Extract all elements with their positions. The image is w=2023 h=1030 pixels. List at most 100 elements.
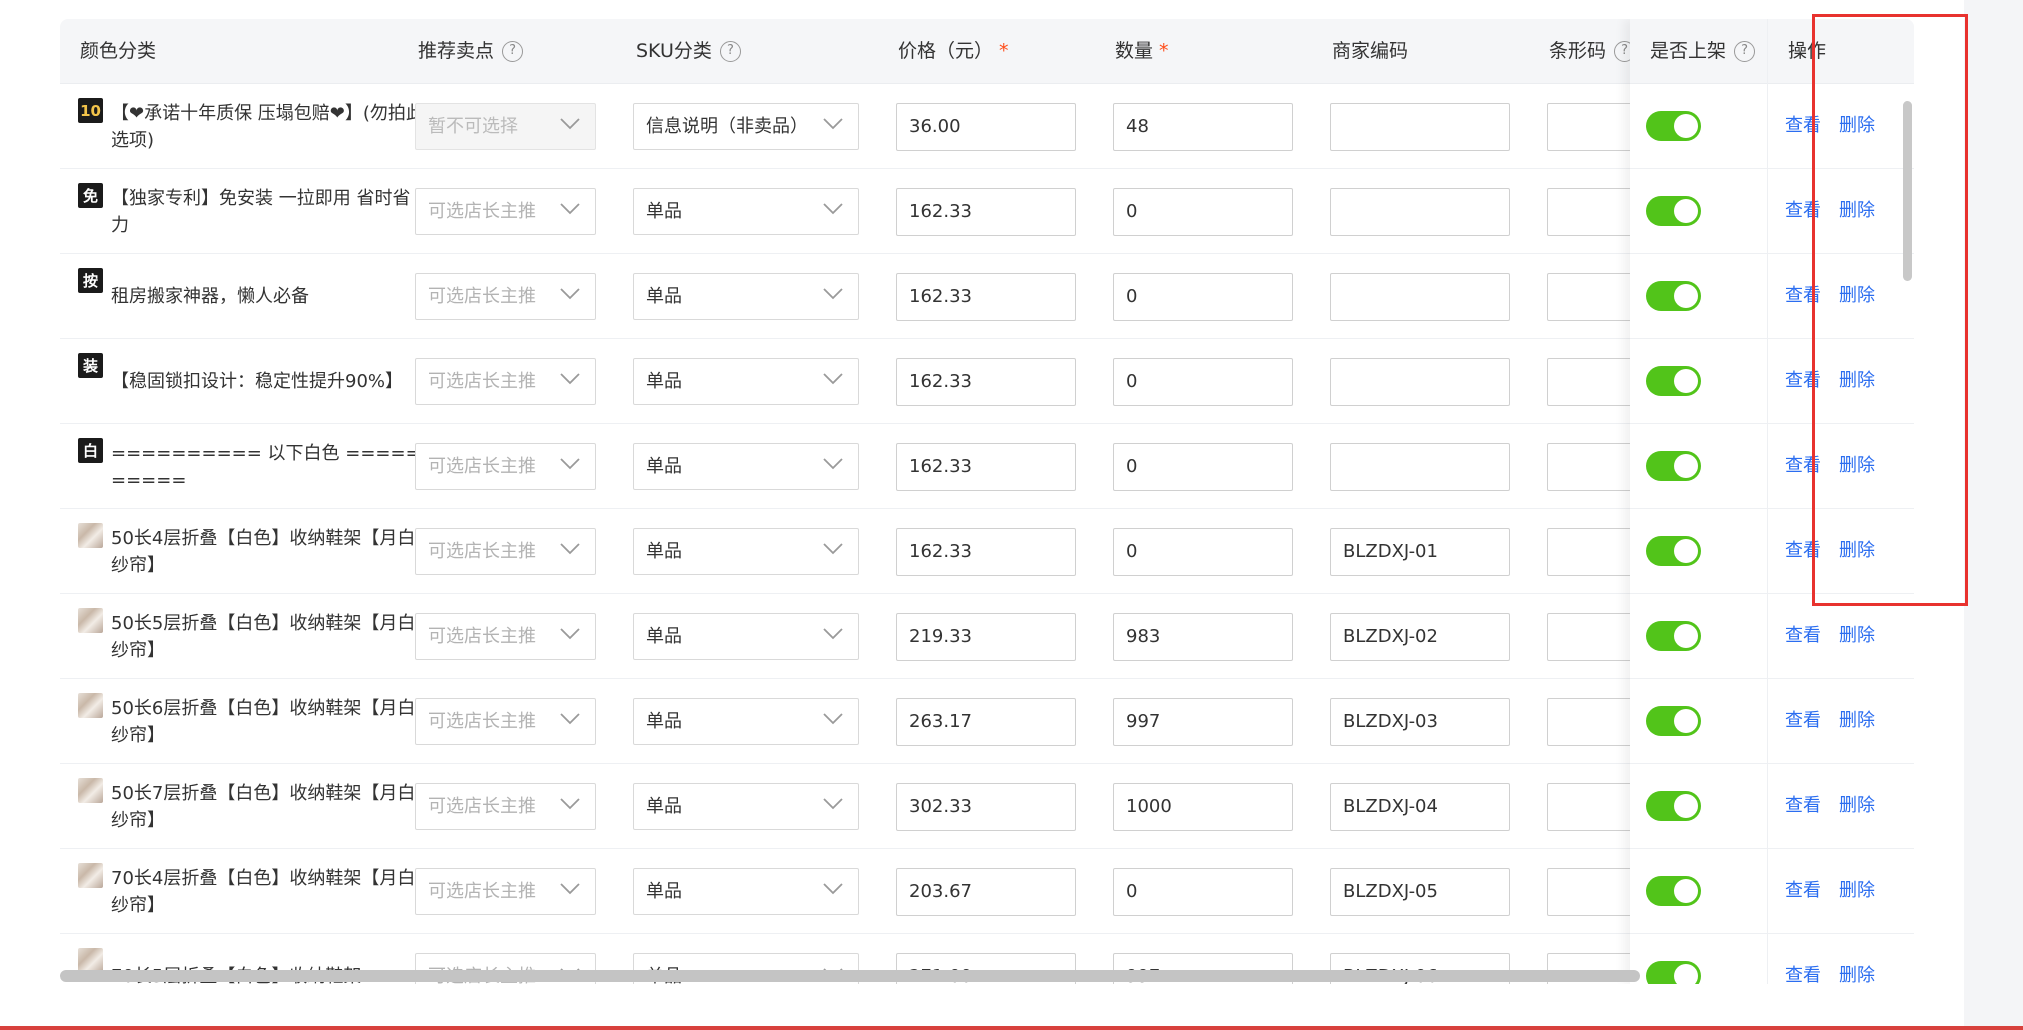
delete-link[interactable]: 删除: [1839, 791, 1875, 821]
sku-category-select[interactable]: 单品: [633, 613, 859, 660]
selling-point-select[interactable]: 可选店长主推: [415, 188, 596, 235]
quantity-input[interactable]: 0: [1113, 443, 1293, 491]
selling-point-select[interactable]: 可选店长主推: [415, 528, 596, 575]
header-merchant-code-label: 商家编码: [1332, 40, 1409, 62]
header-barcode: 条形码?: [1549, 19, 1636, 84]
chevron-down-icon: [559, 202, 581, 216]
price-input[interactable]: 162.33: [896, 358, 1076, 406]
price-input[interactable]: 36.00: [896, 103, 1076, 151]
quantity-input[interactable]: 0: [1113, 528, 1293, 576]
on-shelf-toggle[interactable]: [1646, 536, 1701, 566]
chevron-down-icon: [559, 287, 581, 301]
fixed-row: 查看 删除: [1630, 764, 1914, 849]
quantity-input[interactable]: 1000: [1113, 783, 1293, 831]
price-input[interactable]: 162.33: [896, 528, 1076, 576]
toggle-knob: [1674, 114, 1698, 138]
merchant-code-input[interactable]: [1330, 103, 1510, 151]
header-selling-point: 推荐卖点?: [418, 19, 524, 84]
sku-category-select[interactable]: 单品: [633, 188, 859, 235]
view-link[interactable]: 查看: [1785, 621, 1821, 651]
delete-link[interactable]: 删除: [1839, 876, 1875, 906]
price-input[interactable]: 263.17: [896, 698, 1076, 746]
price-input[interactable]: 219.33: [896, 613, 1076, 661]
on-shelf-toggle[interactable]: [1646, 366, 1701, 396]
view-link[interactable]: 查看: [1785, 961, 1821, 984]
view-link[interactable]: 查看: [1785, 876, 1821, 906]
delete-link[interactable]: 删除: [1839, 961, 1875, 984]
merchant-code-input[interactable]: [1330, 358, 1510, 406]
color-name: 【稳固锁扣设计：稳定性提升90%】: [111, 371, 404, 392]
merchant-code-input[interactable]: [1330, 273, 1510, 321]
on-shelf-toggle[interactable]: [1646, 451, 1701, 481]
sku-thumbnail: 按: [78, 268, 103, 293]
merchant-code-input[interactable]: BLZDXJ-03: [1330, 698, 1510, 746]
selling-point-select[interactable]: 可选店长主推: [415, 273, 596, 320]
sku-category-select[interactable]: 单品: [633, 273, 859, 320]
delete-link[interactable]: 删除: [1839, 706, 1875, 736]
quantity-input[interactable]: 0: [1113, 273, 1293, 321]
sku-thumbnail: 白: [78, 438, 103, 463]
sku-category-select[interactable]: 信息说明（非卖品）: [633, 103, 859, 150]
horizontal-scrollbar[interactable]: [60, 970, 1640, 982]
price-input[interactable]: 162.33: [896, 188, 1076, 236]
chevron-down-icon: [822, 202, 844, 216]
chevron-down-icon: [822, 372, 844, 386]
price-input[interactable]: 162.33: [896, 273, 1076, 321]
selling-point-select[interactable]: 可选店长主推: [415, 783, 596, 830]
price-input[interactable]: 203.67: [896, 868, 1076, 916]
color-cell: 免 【独家专利】免安装 一拉即用 省时省力: [78, 169, 438, 254]
help-icon[interactable]: ?: [1734, 41, 1756, 62]
sku-category-value: 单品: [646, 201, 682, 222]
quantity-input[interactable]: 0: [1113, 358, 1293, 406]
sku-category-select[interactable]: 单品: [633, 868, 859, 915]
color-cell: 50长4层折叠【白色】收纳鞋架【月白纱帘】: [78, 509, 438, 594]
on-shelf-toggle[interactable]: [1646, 876, 1701, 906]
on-shelf-toggle[interactable]: [1646, 621, 1701, 651]
help-icon[interactable]: ?: [719, 41, 741, 62]
on-shelf-toggle[interactable]: [1646, 706, 1701, 736]
quantity-input[interactable]: 983: [1113, 613, 1293, 661]
sku-category-select[interactable]: 单品: [633, 783, 859, 830]
price-input[interactable]: 162.33: [896, 443, 1076, 491]
price-input[interactable]: 302.33: [896, 783, 1076, 831]
merchant-code-input[interactable]: BLZDXJ-01: [1330, 528, 1510, 576]
quantity-input[interactable]: 48: [1113, 103, 1293, 151]
selling-point-value: 可选店长主推: [428, 626, 536, 647]
sku-thumbnail: [78, 523, 103, 548]
required-mark: *: [999, 40, 1009, 62]
view-link[interactable]: 查看: [1785, 791, 1821, 821]
on-shelf-toggle[interactable]: [1646, 961, 1701, 984]
quantity-input[interactable]: 0: [1113, 188, 1293, 236]
merchant-code-input[interactable]: BLZDXJ-02: [1330, 613, 1510, 661]
toggle-knob: [1674, 284, 1698, 308]
selling-point-select[interactable]: 可选店长主推: [415, 443, 596, 490]
quantity-input[interactable]: 0: [1113, 868, 1293, 916]
chevron-down-icon: [559, 372, 581, 386]
selling-point-select[interactable]: 可选店长主推: [415, 613, 596, 660]
merchant-code-input[interactable]: [1330, 443, 1510, 491]
sku-category-select[interactable]: 单品: [633, 528, 859, 575]
on-shelf-toggle[interactable]: [1646, 196, 1701, 226]
merchant-code-input[interactable]: BLZDXJ-04: [1330, 783, 1510, 831]
merchant-code-input[interactable]: [1330, 188, 1510, 236]
merchant-code-input[interactable]: BLZDXJ-05: [1330, 868, 1510, 916]
selling-point-select[interactable]: 可选店长主推: [415, 698, 596, 745]
delete-link[interactable]: 删除: [1839, 621, 1875, 651]
selling-point-select[interactable]: 可选店长主推: [415, 358, 596, 405]
sku-category-select[interactable]: 单品: [633, 698, 859, 745]
header-merchant-code: 商家编码: [1332, 19, 1408, 84]
chevron-down-icon: [822, 542, 844, 556]
view-link[interactable]: 查看: [1785, 706, 1821, 736]
on-shelf-toggle[interactable]: [1646, 281, 1701, 311]
sku-category-select[interactable]: 单品: [633, 358, 859, 405]
header-price-label: 价格（元）: [898, 40, 994, 62]
toggle-knob: [1674, 964, 1698, 984]
color-name: 50长4层折叠【白色】收纳鞋架【月白纱帘】: [111, 527, 416, 576]
on-shelf-toggle[interactable]: [1646, 791, 1701, 821]
selling-point-select[interactable]: 可选店长主推: [415, 868, 596, 915]
help-icon[interactable]: ?: [502, 41, 524, 62]
on-shelf-toggle[interactable]: [1646, 111, 1701, 141]
quantity-input[interactable]: 997: [1113, 698, 1293, 746]
chevron-down-icon: [822, 457, 844, 471]
sku-category-select[interactable]: 单品: [633, 443, 859, 490]
